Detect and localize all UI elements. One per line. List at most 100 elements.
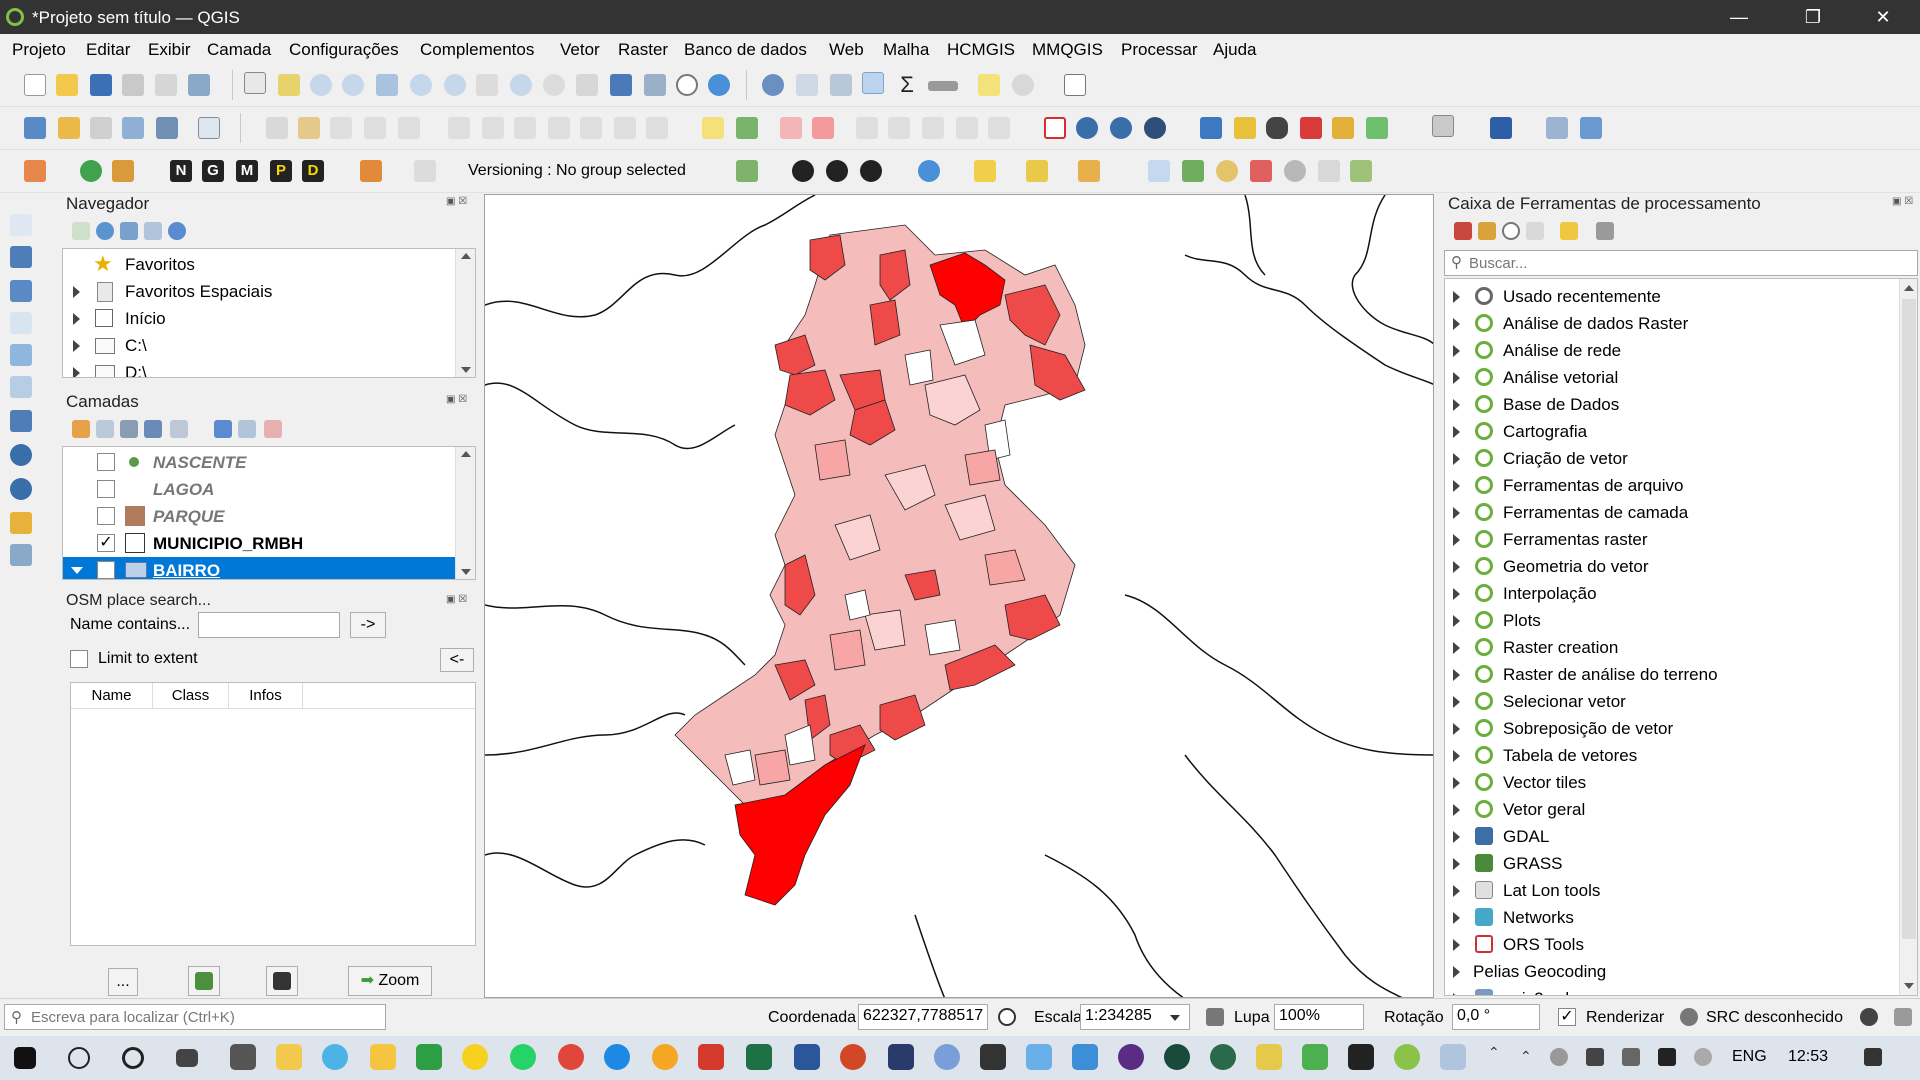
- coord-field[interactable]: 622327,7788517: [858, 1004, 988, 1030]
- processing-item[interactable]: Raster de análise do terreno: [1445, 661, 1897, 688]
- pdf-icon[interactable]: [698, 1044, 724, 1070]
- layer-checkbox[interactable]: [97, 507, 115, 525]
- network-tool-icon[interactable]: [1546, 117, 1568, 139]
- settings-tool-icon[interactable]: [1580, 117, 1602, 139]
- processing-item[interactable]: Plots: [1445, 607, 1897, 634]
- add-wcs-icon[interactable]: [10, 478, 32, 500]
- search-tool-icon[interactable]: [1216, 160, 1238, 182]
- edit-pencil-icon[interactable]: [360, 160, 382, 182]
- crs-label[interactable]: SRC desconhecido: [1706, 1009, 1843, 1027]
- show-hide-labels-icon[interactable]: [856, 117, 878, 139]
- zoom-next-icon[interactable]: [543, 74, 565, 96]
- expand-arrow-icon[interactable]: [1453, 372, 1460, 384]
- filter-expression-icon[interactable]: [170, 420, 188, 438]
- name-contains-input[interactable]: [198, 612, 340, 638]
- layer-lagoa[interactable]: LAGOA: [63, 476, 455, 503]
- app-yellow-icon[interactable]: [1256, 1044, 1282, 1070]
- add-selected-icon[interactable]: [72, 222, 90, 240]
- minimize-button[interactable]: —: [1716, 4, 1762, 30]
- mouse-coord-icon[interactable]: [998, 1008, 1016, 1026]
- osm-locate-button[interactable]: [188, 966, 220, 996]
- r-studio-icon[interactable]: [934, 1044, 960, 1070]
- menu-complementos[interactable]: Complementos: [420, 40, 534, 60]
- paste-features-icon[interactable]: [580, 117, 602, 139]
- restore-button[interactable]: ❐: [1790, 4, 1836, 30]
- globe-tool-1-icon[interactable]: [1076, 117, 1098, 139]
- expand-arrow-icon[interactable]: [1453, 588, 1460, 600]
- qgis-taskbar-icon[interactable]: [1394, 1044, 1420, 1070]
- digitize-edit-icon[interactable]: [266, 117, 288, 139]
- save-edits-icon[interactable]: [330, 117, 352, 139]
- history-icon[interactable]: [1502, 222, 1520, 240]
- col-name[interactable]: Name: [71, 683, 153, 709]
- label-tool-icon[interactable]: [702, 117, 724, 139]
- new-map-view-icon[interactable]: [576, 74, 598, 96]
- models-icon[interactable]: [1454, 222, 1472, 240]
- new-virtual-layer-icon[interactable]: [198, 117, 220, 139]
- processing-item[interactable]: Usado recentemente: [1445, 283, 1897, 310]
- layer-municipio-rmbh[interactable]: ✓ MUNICIPIO_RMBH: [63, 530, 455, 557]
- help-icon[interactable]: [1490, 117, 1512, 139]
- options-wrench-icon[interactable]: [1596, 222, 1614, 240]
- map-edit-icon[interactable]: [1182, 160, 1204, 182]
- zoom-in-icon[interactable]: [310, 74, 332, 96]
- field-calculator-icon[interactable]: [830, 74, 852, 96]
- collapse-arrow-icon[interactable]: [71, 567, 83, 574]
- collapse-layers-icon[interactable]: [238, 420, 256, 438]
- select-by-value-icon[interactable]: [1026, 160, 1048, 182]
- expand-arrow-icon[interactable]: [1453, 426, 1460, 438]
- app-dark-blue-icon[interactable]: [888, 1044, 914, 1070]
- add-virtual-icon[interactable]: [10, 376, 32, 398]
- rotation-spinbox[interactable]: 0,0 °: [1452, 1004, 1540, 1030]
- remove-layer-icon[interactable]: [264, 420, 282, 438]
- cursor-tool-icon[interactable]: [414, 160, 436, 182]
- processing-item[interactable]: ORS Tools: [1445, 931, 1897, 958]
- processing-item[interactable]: Selecionar vetor: [1445, 688, 1897, 715]
- processing-item[interactable]: GRASS: [1445, 850, 1897, 877]
- select-features-icon[interactable]: [974, 160, 996, 182]
- style-layer-icon[interactable]: [72, 420, 90, 438]
- add-wfs-icon[interactable]: [10, 444, 32, 466]
- map-svg[interactable]: [485, 195, 1434, 998]
- close-button[interactable]: ✕: [1860, 4, 1906, 30]
- manage-visibility-icon[interactable]: [120, 420, 138, 438]
- menu-editar[interactable]: Editar: [86, 40, 130, 60]
- hcmgis-icon[interactable]: [24, 160, 46, 182]
- rotate-label-icon[interactable]: [922, 117, 944, 139]
- processing-item[interactable]: Ferramentas de arquivo: [1445, 472, 1897, 499]
- add-spatialite-icon[interactable]: [10, 544, 32, 566]
- modify-attributes-icon[interactable]: [448, 117, 470, 139]
- pin-labels-icon[interactable]: [812, 117, 834, 139]
- menu-ajuda[interactable]: Ajuda: [1213, 40, 1256, 60]
- menu-projeto[interactable]: Projeto: [12, 40, 66, 60]
- expand-arrow-icon[interactable]: [1453, 318, 1460, 330]
- col-infos[interactable]: Infos: [229, 683, 303, 709]
- plugin-n-icon[interactable]: N: [170, 160, 192, 182]
- statistics-sigma-icon[interactable]: Σ: [896, 74, 918, 96]
- plugin-d-icon[interactable]: D: [302, 160, 324, 182]
- app-purple-icon[interactable]: [1118, 1044, 1144, 1070]
- whatsapp-icon[interactable]: [510, 1044, 536, 1070]
- zoom-layer-icon[interactable]: [444, 74, 466, 96]
- processing-item[interactable]: Análise de dados Raster: [1445, 310, 1897, 337]
- new-3d-view-icon[interactable]: [610, 74, 632, 96]
- measure-icon[interactable]: [928, 81, 958, 91]
- layer-nascente[interactable]: NASCENTE: [63, 449, 455, 476]
- expand-arrow-icon[interactable]: [1453, 723, 1460, 735]
- notes-icon[interactable]: [370, 1044, 396, 1070]
- processing-item[interactable]: Networks: [1445, 904, 1897, 931]
- network-status-icon[interactable]: [1550, 1048, 1568, 1066]
- emoji-app-icon[interactable]: [462, 1044, 488, 1070]
- new-project-icon[interactable]: [24, 74, 46, 96]
- expand-arrow-icon[interactable]: [1453, 642, 1460, 654]
- expand-arrow-icon[interactable]: [1453, 939, 1460, 951]
- panel-float-close-icon[interactable]: ▣ ☒: [1892, 196, 1913, 207]
- globe-tool-3-icon[interactable]: [1144, 117, 1166, 139]
- highlight-pinned-icon[interactable]: [780, 117, 802, 139]
- zoom-out-icon[interactable]: [342, 74, 364, 96]
- menu-mmqgis[interactable]: MMQGIS: [1032, 40, 1103, 60]
- menu-malha[interactable]: Malha: [883, 40, 929, 60]
- globe-black-2-icon[interactable]: [826, 160, 848, 182]
- globe-gray-icon[interactable]: [1284, 160, 1306, 182]
- collapse-all-icon[interactable]: [144, 222, 162, 240]
